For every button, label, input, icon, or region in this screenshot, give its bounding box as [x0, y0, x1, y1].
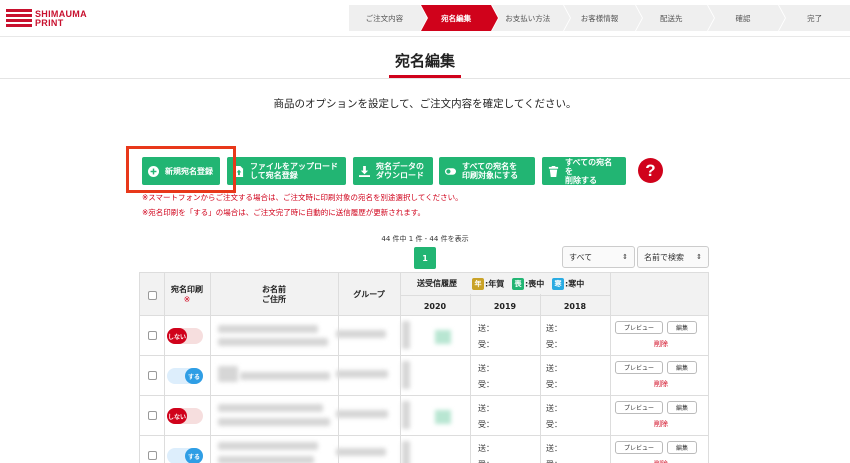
edit-button[interactable]: 編集 — [667, 441, 697, 454]
step-delivery: 配送先 — [635, 5, 714, 31]
select-arrows-icon: ⇕ — [696, 253, 702, 261]
edit-button[interactable]: 編集 — [667, 321, 697, 334]
progress-steps: ご注文内容 宛名編集 お支払い方法 お客様情報 配送先 確認 完了 — [348, 5, 850, 31]
title-divider — [0, 78, 850, 79]
nenga-badge: 年 — [472, 278, 484, 290]
print-toggle[interactable]: しない — [167, 408, 203, 424]
note-history: ※宛名印刷を「する」の場合は、ご注文完了時に自動的に送信履歴が更新されます。 — [142, 208, 426, 217]
highlight-box — [126, 146, 236, 193]
mochu-badge: 喪 — [512, 278, 524, 290]
zebra-icon — [6, 8, 32, 30]
preview-button[interactable]: プレビュー — [615, 321, 663, 334]
print-all-button[interactable]: すべての宛名を 印刷対象にする — [439, 157, 535, 185]
header-divider — [0, 36, 850, 37]
search-type-select[interactable]: 名前で検索 ⇕ — [637, 246, 709, 268]
row-checkbox[interactable] — [148, 331, 157, 340]
delete-link[interactable]: 削除 — [654, 459, 668, 463]
table-row: する 送： 受： 送： 受： プレビュー 編集 削除 — [140, 436, 708, 463]
group-filter-select[interactable]: すべて ⇕ — [562, 246, 635, 268]
address-table: 宛名印刷 ※ お名前 ご住所 グループ 送受信履歴 年:年賀 喪:喪中 寒:寒中… — [139, 272, 709, 463]
download-data-label: 宛名データの ダウンロード — [376, 162, 424, 180]
result-count: 44 件中 1 件 - 44 件を表示 — [381, 235, 469, 243]
header-name-address: お名前 ご住所 — [262, 285, 286, 304]
row-checkbox[interactable] — [148, 371, 157, 380]
header-print: 宛名印刷 ※ — [171, 285, 203, 304]
preview-button[interactable]: プレビュー — [615, 401, 663, 414]
preview-button[interactable]: プレビュー — [615, 361, 663, 374]
table-row: しない 送： 受： 送： 受： プレビュー 編集 削除 — [140, 396, 708, 436]
header-2019: 2019 — [493, 302, 517, 311]
header-history: 送受信履歴 — [417, 279, 457, 288]
search-type-value: 名前で検索 — [644, 252, 684, 262]
page-1-button[interactable]: 1 — [414, 247, 436, 269]
step-confirm: 確認 — [707, 5, 786, 31]
header-group: グループ — [353, 290, 385, 299]
step-address-edit: 宛名編集 — [420, 5, 499, 31]
toggle-icon — [445, 166, 456, 177]
logo-text: SHIMAUMA PRINT — [35, 9, 87, 28]
select-arrows-icon: ⇕ — [622, 253, 628, 261]
row-checkbox[interactable] — [148, 451, 157, 460]
trash-icon — [548, 165, 559, 177]
print-toggle[interactable]: する — [167, 368, 203, 384]
kanchu-badge: 寒 — [552, 278, 564, 290]
delete-all-label: すべての宛名を 削除する — [565, 157, 613, 185]
group-filter-value: すべて — [569, 252, 593, 262]
download-icon — [359, 165, 370, 177]
help-icon[interactable]: ? — [638, 158, 663, 183]
page-title: 宛名編集 — [394, 52, 455, 70]
delete-all-button[interactable]: すべての宛名を 削除する — [542, 157, 626, 185]
print-toggle[interactable]: しない — [167, 328, 203, 344]
row-checkbox[interactable] — [148, 411, 157, 420]
page-subtitle: 商品のオプションを設定して、ご注文内容を確定してください。 — [273, 98, 577, 110]
edit-button[interactable]: 編集 — [667, 361, 697, 374]
delete-link[interactable]: 削除 — [654, 419, 668, 429]
note-smartphone: ※スマートフォンからご注文する場合は、ご注文時に印刷対象の宛名を別途選択してくだ… — [142, 193, 463, 202]
preview-button[interactable]: プレビュー — [615, 441, 663, 454]
step-order: ご注文内容 — [349, 5, 427, 31]
header-2018: 2018 — [563, 302, 587, 311]
logo[interactable]: SHIMAUMA PRINT — [6, 8, 87, 30]
edit-button[interactable]: 編集 — [667, 401, 697, 414]
upload-file-button[interactable]: ファイルをアップロード して宛名登録 — [227, 157, 346, 185]
step-customer-info: お客様情報 — [564, 5, 642, 31]
delete-link[interactable]: 削除 — [654, 379, 668, 389]
table-row: しない 送： 受： 送： 受： プレビュー 編集 削除 — [140, 316, 708, 356]
download-data-button[interactable]: 宛名データの ダウンロード — [353, 157, 433, 185]
upload-file-label: ファイルをアップロード して宛名登録 — [250, 162, 338, 180]
table-header: 宛名印刷 ※ お名前 ご住所 グループ 送受信履歴 年:年賀 喪:喪中 寒:寒中… — [140, 272, 708, 316]
header-2020: 2020 — [423, 302, 447, 311]
step-payment: お支払い方法 — [492, 5, 570, 31]
print-toggle[interactable]: する — [167, 448, 203, 463]
print-all-label: すべての宛名を 印刷対象にする — [462, 162, 519, 180]
delete-link[interactable]: 削除 — [654, 339, 668, 349]
history-legend: 年:年賀 喪:喪中 寒:寒中 — [472, 278, 612, 290]
table-row: する 送： 受： 送： 受： プレビュー 編集 削除 — [140, 356, 708, 396]
step-complete: 完了 — [779, 5, 850, 31]
select-all-checkbox[interactable] — [148, 291, 157, 300]
